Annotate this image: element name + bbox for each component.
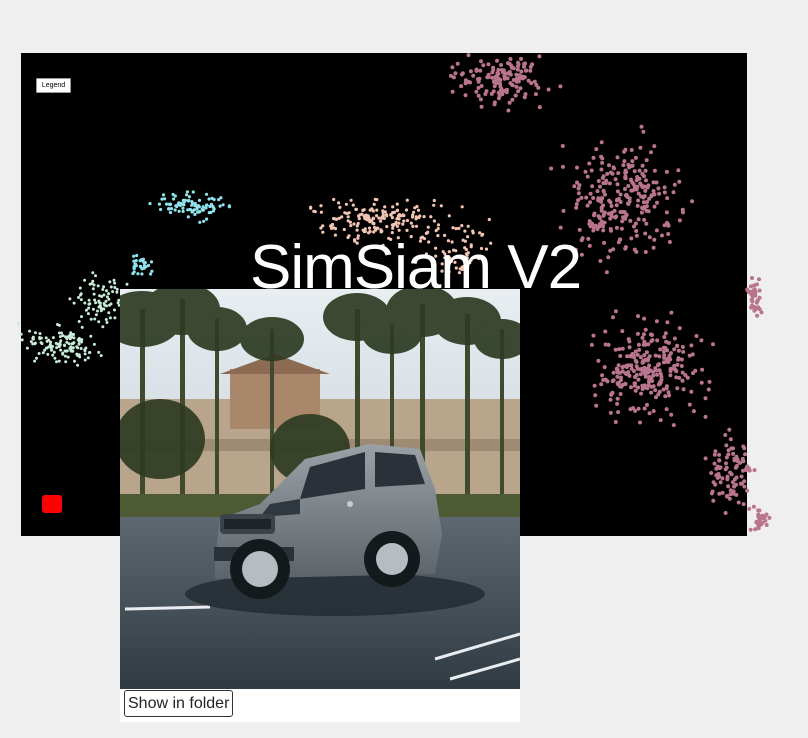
scatter-point [756, 521, 761, 526]
scatter-point [749, 292, 754, 297]
scatter-point [751, 305, 756, 310]
scatter-point [754, 520, 759, 525]
scatter-point [753, 290, 758, 295]
scatter-point [753, 292, 758, 297]
scatter-point [767, 515, 772, 520]
scatter-point [747, 468, 752, 473]
scatter-point [753, 293, 758, 298]
scatter-point [752, 283, 757, 288]
scatter-point [762, 514, 767, 519]
scatter-point [760, 520, 765, 525]
scatter-point [757, 514, 762, 519]
scatter-point [750, 294, 755, 299]
car-photo-image [120, 289, 520, 689]
show-in-folder-button[interactable]: Show in folder [124, 690, 234, 717]
scatter-point [749, 297, 754, 302]
scatter-point [751, 289, 756, 293]
scatter-point [754, 300, 759, 305]
scatter-point [752, 468, 757, 473]
scatter-point [756, 305, 760, 310]
scatter-point [750, 299, 755, 304]
scatter-point [751, 504, 756, 509]
scatter-point [756, 524, 761, 529]
scatter-point [756, 514, 761, 519]
scatter-point [753, 307, 758, 312]
scatter-point [749, 289, 754, 294]
scatter-point [758, 517, 763, 522]
scatter-point [763, 518, 768, 523]
scatter-point [749, 305, 754, 310]
legend-button[interactable]: Legend [36, 78, 71, 93]
scatter-point [755, 298, 760, 303]
scatter-point [749, 292, 754, 297]
scatter-point [748, 527, 753, 532]
scatter-point [755, 313, 760, 318]
scatter-point [756, 512, 761, 517]
scatter-point [753, 527, 758, 532]
scatter-point [757, 518, 762, 523]
scatter-point [746, 466, 751, 471]
scatter-point [761, 516, 766, 521]
scatter-point [757, 523, 762, 528]
selection-marker [42, 495, 62, 513]
scatter-point [759, 310, 764, 315]
image-preview-popup: Show in folder [120, 289, 520, 722]
scatter-point [752, 308, 757, 313]
scatter-point [764, 523, 769, 527]
scatter-point [16, 321, 20, 325]
scatter-point [757, 288, 762, 293]
scatter-point [756, 526, 761, 531]
scatter-point [756, 515, 761, 520]
scatter-point [750, 297, 755, 302]
scatter-point [755, 299, 760, 304]
scatter-point [754, 519, 759, 524]
scatter-point [757, 519, 762, 524]
scatter-point [754, 306, 759, 310]
scatter-point [747, 290, 751, 295]
scatter-point [757, 508, 762, 513]
scatter-point [764, 512, 769, 517]
scatter-point [756, 508, 761, 513]
scatter-point [757, 295, 762, 300]
scatter-point [755, 282, 759, 287]
scatter-point [752, 305, 757, 309]
scatter-point [749, 291, 754, 296]
scatter-point [750, 276, 754, 280]
scatter-point [757, 307, 762, 312]
scatter-point [752, 287, 757, 292]
scatter-point [750, 303, 754, 308]
scatter-point [759, 522, 764, 527]
scatter-point [757, 521, 762, 526]
scatter-point [757, 523, 762, 528]
scatter-point [752, 291, 757, 296]
scatter-point [751, 291, 756, 296]
scatter-point [748, 284, 753, 289]
scatter-point [757, 277, 761, 282]
scatter-point [760, 513, 765, 518]
scatter-point [752, 287, 757, 292]
scatter-point [747, 506, 752, 511]
